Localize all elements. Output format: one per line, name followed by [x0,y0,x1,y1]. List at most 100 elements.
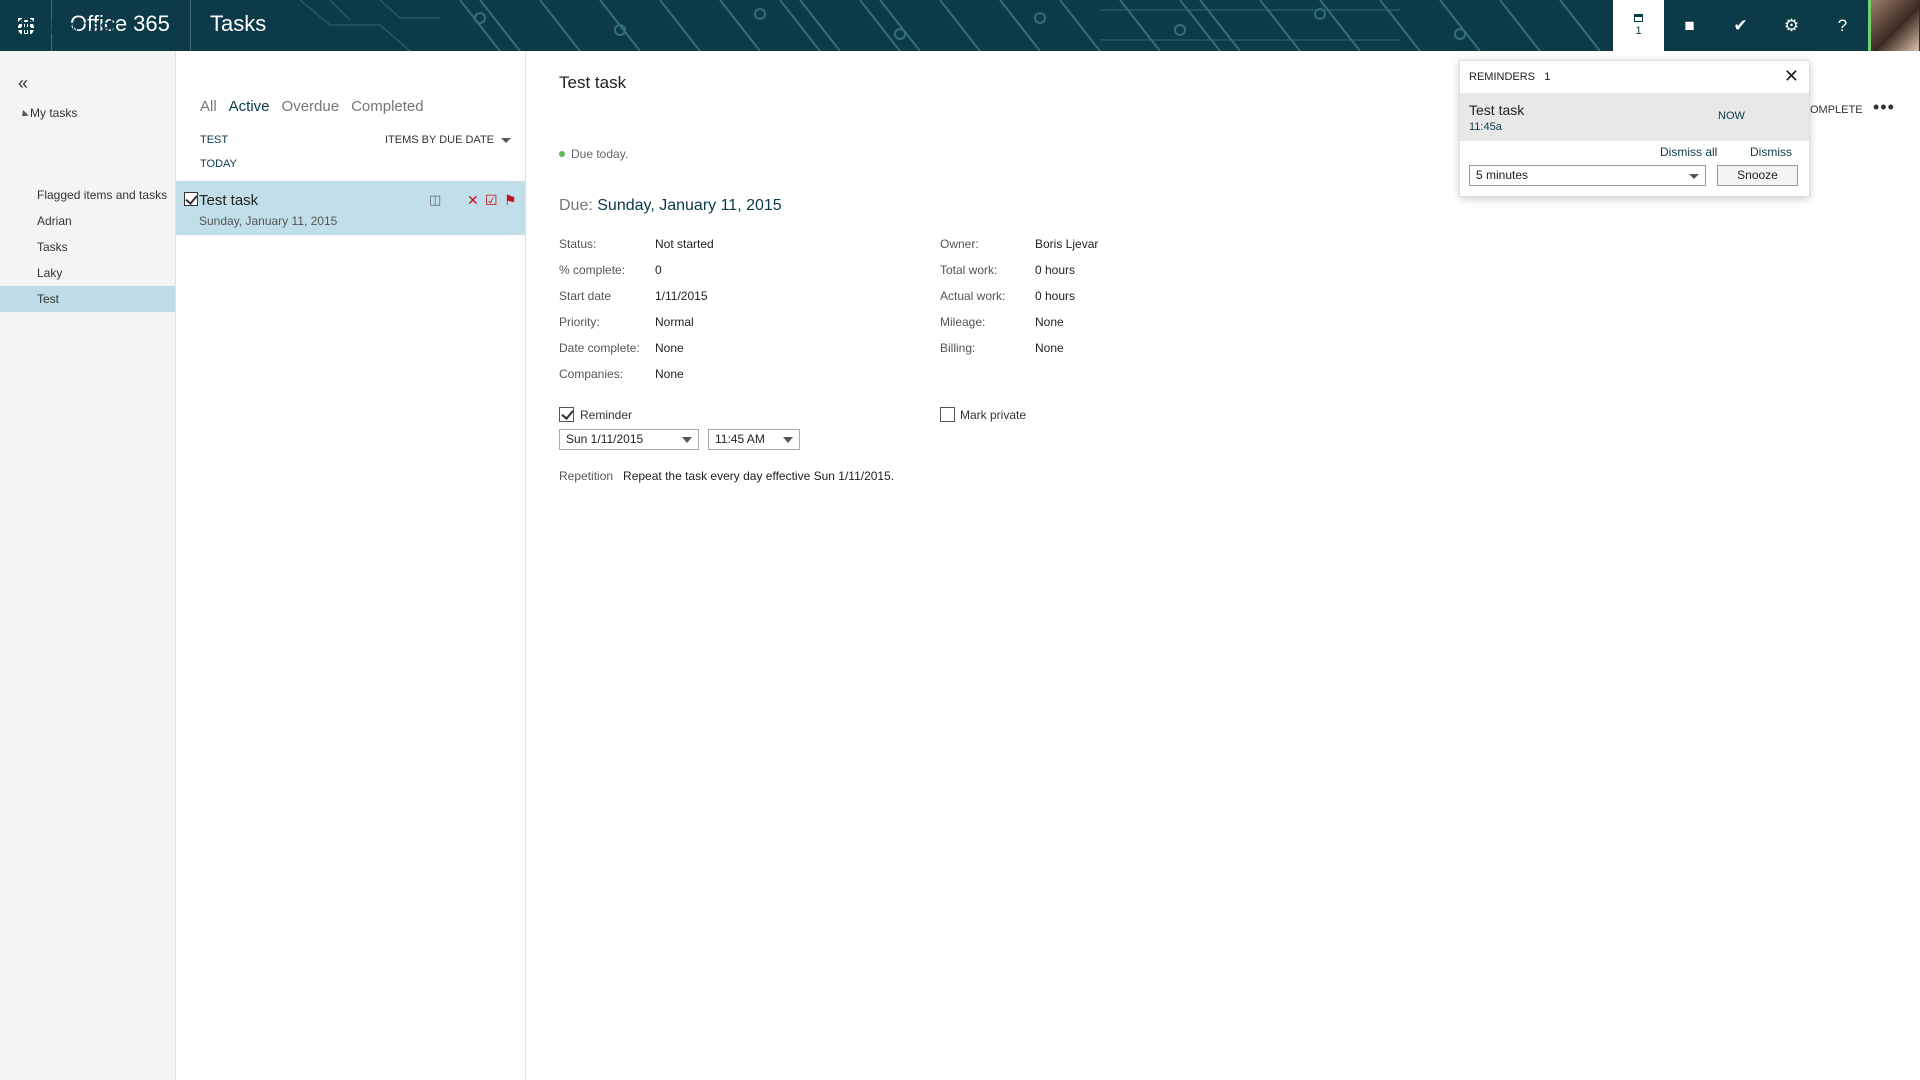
task-list-item[interactable]: Test task Sunday, January 11, 2015 ◫ ✕ ☑… [176,181,525,235]
filter-active[interactable]: Active [229,98,270,115]
reminders-button[interactable]: 1 [1613,0,1664,51]
reminder-item[interactable]: Test task 11:45a NOW [1460,93,1809,141]
prop-billing: Billing: [940,341,975,355]
prop-start: Start date [559,289,611,303]
prop-value: None [1035,315,1064,329]
expand-icon [19,109,29,120]
repetition-value[interactable]: Repeat the task every day effective Sun … [623,469,894,483]
reminder-item-title: Test task [1469,102,1525,118]
help-button[interactable]: ? [1817,0,1868,51]
mark-private-label: Mark private [960,408,1027,422]
prop-label: Mileage: [940,315,986,329]
prop-priority: Priority: [559,315,600,329]
sidebar-item-flagged[interactable]: Flagged items and tasks [0,182,175,208]
reminder-time-value: 11:45 AM [715,432,765,446]
prop-status-value: Not started [655,237,714,251]
dismiss-link[interactable]: Dismiss [1750,145,1792,159]
prop-label: Actual work: [940,289,1006,303]
prop-start-value: 1/11/2015 [655,289,708,303]
collapse-nav-button[interactable]: « [18,73,28,94]
filter-overdue[interactable]: Overdue [282,98,340,115]
prop-percent-value: 0 [655,263,662,277]
flag-icon[interactable]: ⚑ [504,192,517,209]
task-filters: All Active Overdue Completed [200,98,424,115]
prop-owner-value: Boris Ljevar [1035,237,1098,251]
prop-percent: % complete: [559,263,625,277]
complete-command[interactable]: OMPLETE [1810,104,1863,116]
prop-value: Boris Ljevar [1035,237,1099,251]
settings-button[interactable]: ⚙ [1766,0,1817,51]
prop-value: None [655,341,684,355]
new-task-button[interactable]: New task [16,17,119,39]
chevron-down-icon [682,437,692,443]
mark-private-checkbox[interactable] [940,407,955,422]
tasks-button[interactable]: ✔ [1715,0,1766,51]
folder-name: TEST [200,134,229,146]
due-status: Due today. [559,147,628,161]
header-divider [190,0,191,51]
task-title: Test task [199,192,259,209]
reminder-time-dropdown[interactable]: 11:45 AM [708,429,800,450]
prop-value: 1/11/2015 [655,289,708,303]
task-date: Sunday, January 11, 2015 [199,214,338,228]
sidebar-item-test[interactable]: Test [0,286,175,312]
sort-dropdown[interactable]: ITEMS BY DUE DATE [385,134,512,146]
prop-label: Total work: [940,263,998,277]
reminders-popup: REMINDERS 1 ✕ Test task 11:45a NOW Dismi… [1459,60,1810,197]
filter-all[interactable]: All [200,98,217,115]
snooze-button[interactable]: Snooze [1717,165,1798,186]
due-today-text: Due today. [571,147,629,161]
prop-date-complete: Date complete: [559,341,640,355]
header-actions: 1 ■ ✔ ⚙ ? [1613,0,1919,51]
prop-mileage: Mileage: [940,315,985,329]
dismiss-all-link[interactable]: Dismiss all [1660,145,1717,159]
prop-value: 0 hours [1035,289,1076,303]
reminders-count: 1 [1544,71,1551,83]
top-bar: Office 365 Tasks 1 ■ ✔ ⚙ ? [0,0,1920,51]
prop-date-complete-value: None [655,341,684,355]
prop-actual-work: Actual work: [940,289,1005,303]
help-icon: ? [1837,15,1848,35]
sidebar-item-tasks[interactable]: Tasks [0,234,175,260]
prop-label: Billing: [940,341,976,355]
prop-label: % complete: [559,263,626,277]
prop-companies-value: None [655,367,684,381]
task-detail-title: Test task [559,73,627,92]
reminders-title: REMINDERS 1 [1469,71,1550,83]
prop-mileage-value: None [1035,315,1064,329]
task-complete-checkbox[interactable] [184,192,198,206]
reminder-date-dropdown[interactable]: Sun 1/11/2015 [559,429,699,450]
due-date-line: Due: Sunday, January 11, 2015 [559,197,782,215]
more-options-icon[interactable]: ••• [1873,97,1895,118]
sidebar-item-laky[interactable]: Laky [0,260,175,286]
prop-total-work: Total work: [940,263,997,277]
sort-label: ITEMS BY DUE DATE [385,134,495,146]
prop-companies: Companies: [559,367,623,381]
reminder-checkbox[interactable] [559,407,574,422]
prop-owner: Owner: [940,237,979,251]
filter-completed[interactable]: Completed [351,98,424,115]
chat-icon: ■ [1684,15,1695,35]
prop-label: Priority: [559,315,600,329]
chat-button[interactable]: ■ [1664,0,1715,51]
prop-value: None [655,367,684,381]
app-name[interactable]: Tasks [210,11,266,37]
avatar[interactable] [1868,0,1919,51]
add-icon [16,18,36,38]
prop-label: Companies: [559,367,624,381]
prop-total-work-value: 0 hours [1035,263,1075,277]
prop-value: None [1035,341,1064,355]
my-tasks-folder[interactable]: My tasks [19,106,77,120]
prop-label: Owner: [940,237,979,251]
prop-label: Start date [559,289,612,303]
sidebar-item-adrian[interactable]: Adrian [0,208,175,234]
chevron-down-icon [501,137,512,143]
repetition-label: Repetition [559,469,614,483]
snooze-duration-select[interactable]: 5 minutes [1469,165,1706,186]
mark-complete-icon[interactable]: ☑ [485,192,498,209]
delete-icon[interactable]: ✕ [467,192,479,209]
move-icon[interactable]: ◫ [429,192,441,208]
close-icon[interactable]: ✕ [1784,66,1799,87]
prop-value: Not started [655,237,714,251]
reminder-count: 1 [1635,25,1642,37]
